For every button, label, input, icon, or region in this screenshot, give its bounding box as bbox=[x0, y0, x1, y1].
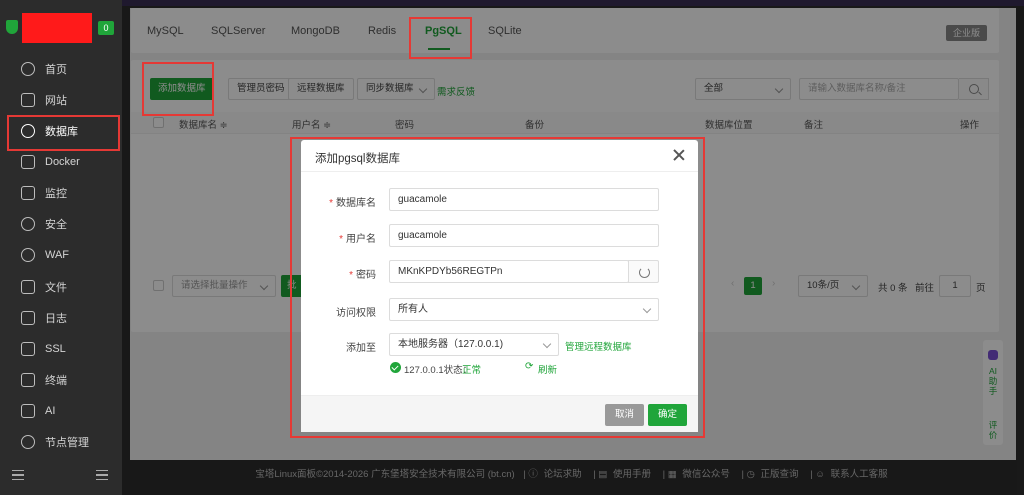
sidebar-item-home[interactable]: 首页 bbox=[0, 58, 122, 80]
sidebar-item-waf[interactable]: WAF bbox=[0, 244, 122, 266]
sidebar-footer bbox=[0, 465, 122, 487]
modal-footer: 取消 确定 bbox=[301, 395, 698, 432]
collapse-menu-icon[interactable] bbox=[12, 470, 24, 480]
db-name-label: * 数据库名 bbox=[329, 198, 376, 209]
access-label: 访问权限 bbox=[336, 308, 376, 319]
sidebar-item-terminal[interactable]: 终端 bbox=[0, 369, 122, 391]
db-name-input[interactable]: guacamole bbox=[389, 188, 659, 211]
monitor-icon bbox=[21, 186, 35, 200]
redacted-server-name bbox=[22, 13, 92, 43]
shield-icon bbox=[21, 217, 35, 231]
confirm-button[interactable]: 确定 bbox=[648, 404, 688, 426]
sidebar-item-monitor[interactable]: 监控 bbox=[0, 182, 122, 204]
sidebar-item-database[interactable]: 数据库 bbox=[0, 120, 122, 142]
ai-icon bbox=[21, 404, 35, 418]
globe-icon bbox=[21, 93, 35, 107]
sidebar-item-ai[interactable]: AI bbox=[0, 400, 122, 422]
sidebar-item-nodes[interactable]: 节点管理 bbox=[0, 431, 122, 453]
username-label: * 用户名 bbox=[339, 234, 376, 245]
node-icon bbox=[21, 435, 35, 449]
sidebar-item-ssl[interactable]: SSL bbox=[0, 338, 122, 360]
sidebar-item-website[interactable]: 网站 bbox=[0, 89, 122, 111]
bt-logo-icon bbox=[6, 20, 18, 34]
docker-icon bbox=[21, 155, 35, 169]
close-icon[interactable] bbox=[672, 148, 686, 162]
sidebar-item-files[interactable]: 文件 bbox=[0, 276, 122, 298]
regenerate-password-icon[interactable] bbox=[628, 260, 659, 283]
chevron-down-icon bbox=[642, 304, 652, 314]
database-icon bbox=[21, 124, 35, 138]
sidebar-item-docker[interactable]: Docker bbox=[0, 151, 122, 173]
add-to-label: 添加至 bbox=[346, 343, 376, 354]
server-status-value: 正常 bbox=[462, 365, 482, 376]
sidebar-header: 0 bbox=[0, 0, 122, 50]
terminal-icon bbox=[21, 373, 35, 387]
home-icon bbox=[21, 62, 35, 76]
folder-icon bbox=[21, 280, 35, 294]
modal-header: 添加pgsql数据库 bbox=[301, 140, 698, 172]
manage-remote-db-link[interactable]: 管理远程数据库 bbox=[565, 339, 632, 353]
log-icon bbox=[21, 311, 35, 325]
modal-title: 添加pgsql数据库 bbox=[315, 153, 400, 165]
sidebar: 0 首页 网站 数据库 Docker 监控 安全 WAF 文件 日志 SSL 终… bbox=[0, 0, 122, 495]
ssl-icon bbox=[21, 342, 35, 356]
username-input[interactable]: guacamole bbox=[389, 224, 659, 247]
menu-list-icon[interactable] bbox=[96, 470, 108, 480]
waf-icon bbox=[21, 248, 35, 262]
password-label: * 密码 bbox=[349, 270, 376, 281]
cancel-button[interactable]: 取消 bbox=[605, 404, 645, 426]
password-input[interactable]: MKnKPDYb56REGTPn bbox=[389, 260, 629, 283]
add-to-select[interactable]: 本地服务器（127.0.0.1) bbox=[389, 333, 559, 356]
add-pgsql-modal: 添加pgsql数据库 * 数据库名 guacamole * 用户名 guacamol… bbox=[301, 140, 698, 432]
refresh-icon[interactable]: ⟳ bbox=[525, 361, 533, 372]
access-select[interactable]: 所有人 bbox=[389, 298, 659, 321]
chevron-down-icon bbox=[542, 339, 552, 349]
status-ok-icon bbox=[390, 362, 401, 373]
sidebar-item-security[interactable]: 安全 bbox=[0, 213, 122, 235]
notification-badge[interactable]: 0 bbox=[98, 21, 114, 35]
refresh-status-link[interactable]: 刷新 bbox=[538, 362, 557, 376]
sidebar-item-logs[interactable]: 日志 bbox=[0, 307, 122, 329]
